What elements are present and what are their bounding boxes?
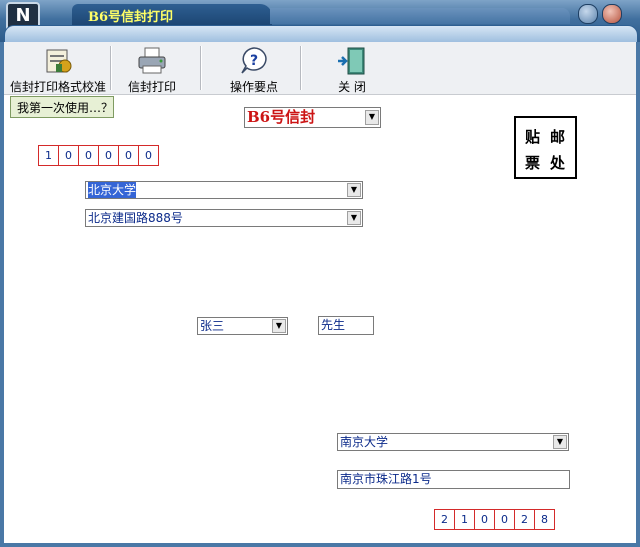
printer-icon — [138, 47, 166, 74]
zip-digit[interactable]: 2 — [434, 509, 455, 530]
calibrate-icon — [46, 49, 72, 73]
zip-digit[interactable]: 1 — [38, 145, 59, 166]
recipient-name-value: 张三 — [200, 319, 225, 333]
instructions-label: 操作要点 — [229, 80, 278, 94]
close-window-button[interactable] — [602, 4, 622, 24]
help-icon: ? — [241, 47, 267, 74]
recipient-address-select[interactable]: 北京建国路888号 ▼ — [85, 209, 363, 227]
zip-digit[interactable]: 0 — [58, 145, 79, 166]
zip-digit[interactable]: 0 — [474, 509, 495, 530]
instructions-button[interactable]: ? 操作要点 — [222, 42, 286, 94]
recipient-zip-boxes[interactable]: 1 0 0 0 0 0 — [38, 145, 159, 166]
chevron-down-icon[interactable]: ▼ — [347, 183, 361, 197]
zip-digit[interactable]: 0 — [98, 145, 119, 166]
chevron-down-icon[interactable]: ▼ — [365, 110, 379, 125]
toolbar-separator — [200, 46, 202, 90]
print-envelope-label: 信封打印 — [127, 80, 176, 94]
window-title: B6号信封打印 — [88, 10, 174, 25]
calibrate-label: 信封打印格式校准 — [9, 80, 106, 94]
calibrate-button[interactable]: 信封打印格式校准 — [8, 42, 108, 94]
recipient-address-value: 北京建国路888号 — [88, 211, 183, 225]
zip-digit[interactable]: 0 — [118, 145, 139, 166]
toolbar-separator — [110, 46, 112, 90]
sender-zip-boxes[interactable]: 2 1 0 0 2 8 — [434, 509, 555, 530]
recipient-title-field[interactable]: 先生 — [318, 316, 374, 335]
inner-frame — [4, 25, 638, 42]
zip-digit[interactable]: 0 — [494, 509, 515, 530]
frame-bottom — [0, 543, 640, 547]
frame-left — [0, 42, 4, 547]
recipient-org-select[interactable]: 北京大学 ▼ — [85, 181, 363, 199]
stamp-char: 处 — [550, 154, 566, 172]
close-label: 关 闭 — [338, 80, 366, 94]
sender-address-field[interactable]: 南京市珠江路1号 — [337, 470, 570, 489]
zip-digit[interactable]: 2 — [514, 509, 535, 530]
recipient-org-value: 北京大学 — [88, 182, 137, 198]
zip-digit[interactable]: 0 — [78, 145, 99, 166]
stamp-char: 邮 — [550, 128, 566, 146]
zip-digit[interactable]: 0 — [138, 145, 159, 166]
print-envelope-button[interactable]: 信封打印 — [122, 42, 182, 94]
stamp-area: 贴 邮 票 处 — [514, 116, 577, 179]
zip-digit[interactable]: 1 — [454, 509, 475, 530]
zip-digit[interactable]: 8 — [534, 509, 555, 530]
svg-text:?: ? — [250, 53, 258, 69]
stamp-char: 贴 — [525, 128, 541, 146]
chevron-down-icon[interactable]: ▼ — [347, 211, 361, 225]
minimize-button[interactable] — [578, 4, 598, 24]
toolbar: 信封打印格式校准 信封打印 ? 操作要点 关 闭 — [4, 42, 636, 95]
recipient-name-select[interactable]: 张三 ▼ — [197, 317, 288, 335]
envelope-type-value: B6号信封 — [247, 108, 316, 126]
first-time-help-button[interactable]: 我第一次使用…？ — [10, 96, 114, 118]
envelope-type-select[interactable]: B6号信封 ▼ — [244, 107, 381, 128]
toolbar-separator — [300, 46, 302, 90]
close-button[interactable]: 关 闭 — [326, 42, 378, 94]
sender-org-value: 南京大学 — [340, 435, 389, 449]
stamp-char: 票 — [525, 154, 541, 172]
exit-door-icon — [338, 47, 365, 75]
chevron-down-icon[interactable]: ▼ — [553, 435, 567, 449]
title-bar-decoration — [270, 8, 570, 24]
sender-org-select[interactable]: 南京大学 ▼ — [337, 433, 569, 451]
chevron-down-icon[interactable]: ▼ — [272, 319, 286, 333]
frame-right — [636, 42, 640, 547]
title-bar: N B6号信封打印 — [0, 0, 640, 42]
